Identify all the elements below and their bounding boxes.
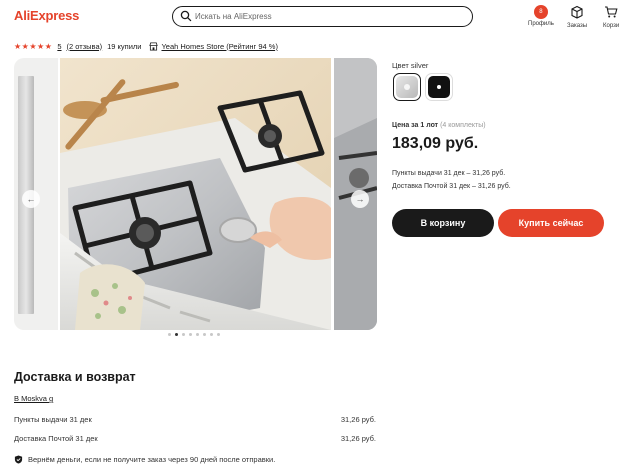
- black-swatch-image: [428, 76, 450, 98]
- delivery-section-title: Доставка и возврат: [14, 370, 136, 384]
- cart-nav-button[interactable]: Корзи: [603, 5, 619, 29]
- gallery-dot[interactable]: [210, 333, 213, 336]
- delivery-row: Доставка Почтой 31 дек 31,26 руб.: [14, 434, 376, 443]
- product-gallery[interactable]: ← →: [14, 58, 377, 330]
- gallery-dot[interactable]: [168, 333, 171, 336]
- delivery-pickup-info: Пункты выдачи 31 дек – 31,26 руб.: [392, 170, 506, 177]
- delivery-row: Пункты выдачи 31 дек 31,26 руб.: [14, 415, 376, 424]
- buy-now-button[interactable]: Купить сейчас: [498, 209, 604, 237]
- price-label-text: Цена за 1 лот: [392, 122, 439, 129]
- profile-avatar: 8: [533, 5, 548, 19]
- price-lot-info: (4 комплекты): [440, 122, 486, 129]
- header: AliExpress 8 Профиль Заказы Корзи: [0, 0, 620, 36]
- store-icon: [149, 41, 159, 51]
- profile-button[interactable]: 8 Профиль: [528, 5, 554, 27]
- profile-label: Профиль: [528, 21, 554, 27]
- delivery-city-link[interactable]: В Moskva g: [14, 394, 53, 403]
- gallery-dots: [168, 333, 220, 336]
- orders-label: Заказы: [567, 23, 588, 29]
- product-price: 183,09 руб.: [392, 135, 479, 152]
- color-swatch-silver[interactable]: [393, 73, 421, 101]
- sold-count: 19 купили: [107, 41, 142, 51]
- gallery-dot[interactable]: [182, 333, 185, 336]
- delivery-row-value: 31,26 руб.: [340, 434, 376, 443]
- delivery-row-value: 31,26 руб.: [340, 415, 376, 424]
- gallery-dot[interactable]: [203, 333, 206, 336]
- gallery-dot-active[interactable]: [175, 333, 178, 336]
- silver-swatch-image: [396, 76, 418, 98]
- gallery-prev-arrow-icon[interactable]: ←: [22, 190, 40, 208]
- reviews-link[interactable]: (2 отзыва): [67, 42, 103, 51]
- gallery-dot[interactable]: [217, 333, 220, 336]
- search-input[interactable]: [195, 9, 465, 23]
- aliexpress-logo[interactable]: AliExpress: [14, 8, 79, 23]
- search-icon: [180, 10, 192, 22]
- orders-button[interactable]: Заказы: [567, 5, 587, 29]
- gallery-main-image[interactable]: [60, 58, 331, 330]
- color-swatch-black[interactable]: [425, 73, 453, 101]
- search-bar[interactable]: [172, 6, 473, 27]
- rating-stars: ★★★★★: [14, 41, 53, 51]
- add-to-cart-button[interactable]: В корзину: [392, 209, 494, 237]
- gallery-dot[interactable]: [189, 333, 192, 336]
- cart-icon: [605, 6, 618, 18]
- gallery-dot[interactable]: [196, 333, 199, 336]
- rating-row: ★★★★★ 5 (2 отзыва) 19 купили Yeah Homes …: [14, 40, 278, 52]
- delivery-post-info: Доставка Почтой 31 дек – 31,26 руб.: [392, 183, 511, 190]
- color-label: Цвет silver: [392, 61, 429, 70]
- box-icon: [571, 5, 583, 19]
- gallery-next-arrow-icon[interactable]: →: [351, 190, 369, 208]
- price-label: Цена за 1 лот (4 комплекты): [392, 122, 486, 129]
- delivery-row-label: Пункты выдачи 31 дек: [14, 415, 92, 424]
- stove-photo: [60, 58, 331, 330]
- delivery-row-label: Доставка Почтой 31 дек: [14, 434, 98, 443]
- cart-label: Корзи: [603, 23, 620, 29]
- money-back-guarantee: Вернём деньги, если не получите заказ че…: [14, 455, 275, 464]
- guarantee-text: Вернём деньги, если не получите заказ че…: [28, 455, 276, 464]
- rating-score[interactable]: 5: [57, 42, 61, 51]
- store-link[interactable]: Yeah Homes Store (Рейтинг 94 %): [161, 42, 277, 51]
- shield-check-icon: [14, 455, 23, 464]
